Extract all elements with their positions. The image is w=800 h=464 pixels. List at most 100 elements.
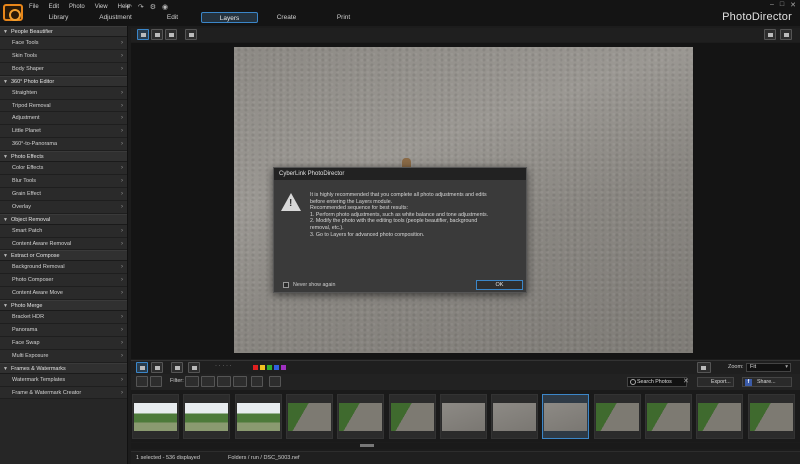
filmstrip-thumb[interactable]	[593, 394, 641, 439]
sidebar-section-header[interactable]: ▼ Photo Effects	[0, 151, 127, 163]
list-mode-icon[interactable]	[150, 376, 162, 387]
sidebar-item[interactable]: Grain Effect ›	[0, 187, 127, 201]
split-view-icon[interactable]	[151, 362, 163, 373]
compare-view-icon[interactable]	[151, 29, 163, 40]
sidebar-item[interactable]: Face Tools ›	[0, 37, 127, 50]
sidebar-section: ▼ People Beautifier Face Tools › Skin Tools ›…	[0, 26, 127, 76]
color-label-green[interactable]	[267, 365, 272, 370]
scroll-thumb[interactable]	[360, 444, 374, 447]
filmstrip-thumb-selected[interactable]	[542, 394, 590, 439]
tab-layers[interactable]: Layers	[201, 12, 258, 23]
sidebar-item[interactable]: Overlay ›	[0, 200, 127, 214]
filmstrip-thumb[interactable]	[337, 394, 385, 439]
menu-photo[interactable]: Photo	[64, 3, 90, 11]
filter-rating-icon[interactable]	[185, 376, 199, 387]
sidebar-item[interactable]: Color Effects ›	[0, 162, 127, 176]
second-display-icon[interactable]	[185, 29, 197, 40]
single-view-icon[interactable]	[137, 29, 149, 40]
menu-edit[interactable]: Edit	[44, 3, 64, 11]
sidebar-section-header[interactable]: ▼ Extract or Compose	[0, 250, 127, 262]
sidebar-item[interactable]: Skin Tools ›	[0, 49, 127, 63]
sidebar-item[interactable]: Watermark Templates ›	[0, 373, 127, 387]
undo-icon[interactable]: ↶	[126, 3, 132, 11]
minimize-icon[interactable]: –	[770, 1, 774, 9]
color-label-blue[interactable]	[274, 365, 279, 370]
tab-print[interactable]: Print	[315, 12, 372, 23]
stack-icon[interactable]	[269, 376, 281, 387]
filter-flag-icon[interactable]	[201, 376, 215, 387]
filmstrip-thumb[interactable]	[132, 394, 179, 439]
tab-library[interactable]: Library	[30, 12, 87, 23]
sidebar-item[interactable]: Background Removal ›	[0, 261, 127, 275]
ok-button[interactable]: OK	[476, 280, 523, 290]
sidebar-item[interactable]: Content Aware Move ›	[0, 287, 127, 301]
sidebar-item[interactable]: Body Shaper ›	[0, 62, 127, 76]
filmstrip-thumb[interactable]	[183, 394, 231, 439]
sidebar-item[interactable]: Face Swap ›	[0, 336, 127, 350]
filter-color-icon[interactable]	[217, 376, 231, 387]
color-label-purple[interactable]	[281, 365, 286, 370]
chevron-right-icon: ›	[121, 128, 123, 135]
sidebar-section-header[interactable]: ▼ Photo Merge	[0, 300, 127, 312]
flag-icon[interactable]	[188, 362, 200, 373]
clear-search-icon[interactable]: ✕	[683, 377, 689, 385]
sidebar-item[interactable]: Bracket HDR ›	[0, 311, 127, 325]
color-label-yellow[interactable]	[260, 365, 265, 370]
search-photos-input[interactable]: Search Photos	[627, 377, 687, 387]
sidebar-item[interactable]: Content Aware Removal ›	[0, 237, 127, 251]
filmstrip-mode-icon[interactable]	[136, 376, 148, 387]
sidebar-item[interactable]: Multi Exposure ›	[0, 349, 127, 363]
sidebar-item[interactable]: Tripod Removal ›	[0, 99, 127, 113]
rating-stars[interactable]: · · · · ·	[215, 363, 232, 369]
dialog-line: 1. Perform photo adjustments, such as wh…	[310, 211, 489, 218]
dialog-line: removal, etc.).	[310, 224, 344, 231]
sidebar-section-header[interactable]: ▼ 360° Photo Editor	[0, 75, 127, 87]
sidebar-item[interactable]: Frame & Watermark Creator ›	[0, 386, 127, 400]
tab-edit[interactable]: Edit	[144, 12, 201, 23]
sidebar-item[interactable]: Photo Composer ›	[0, 274, 127, 288]
zoom-select[interactable]: Fit ▾	[746, 363, 791, 372]
filmstrip-thumb[interactable]	[388, 394, 436, 439]
sidebar-item[interactable]: Adjustment ›	[0, 112, 127, 126]
menu-file[interactable]: File	[24, 3, 44, 11]
sidebar-item[interactable]: Smart Patch ›	[0, 224, 127, 238]
sidebar-item[interactable]: Blur Tools ›	[0, 175, 127, 188]
filmstrip-scrollbar[interactable]	[131, 443, 800, 449]
never-show-again-checkbox[interactable]	[283, 282, 289, 288]
sidebar-item[interactable]: Little Planet ›	[0, 125, 127, 139]
grid-view-icon[interactable]	[165, 29, 177, 40]
tab-create[interactable]: Create	[258, 12, 315, 23]
filmstrip-thumb[interactable]	[491, 394, 539, 439]
close-icon[interactable]: ✕	[790, 1, 796, 9]
hand-tool-icon[interactable]	[780, 29, 792, 40]
filmstrip-thumb[interactable]	[285, 394, 333, 439]
sidebar-item[interactable]: Panorama ›	[0, 324, 127, 337]
filmstrip-thumb[interactable]	[439, 394, 487, 439]
redo-icon[interactable]: ↷	[138, 3, 144, 11]
color-label-red[interactable]	[253, 365, 258, 370]
sidebar-section-header[interactable]: ▼ People Beautifier	[0, 26, 127, 37]
filmstrip-view-icon[interactable]	[136, 362, 148, 373]
sidebar-section-header[interactable]: ▼ Object Removal	[0, 213, 127, 225]
sidebar-section-header[interactable]: ▼ Frames & Watermarks	[0, 362, 127, 374]
menu-view[interactable]: View	[90, 3, 113, 11]
filmstrip-thumb[interactable]	[645, 394, 692, 439]
settings-icon[interactable]: ⚙	[150, 3, 156, 11]
tab-adjustment[interactable]: Adjustment	[87, 12, 144, 23]
filmstrip-thumb[interactable]	[747, 394, 795, 439]
upgrade-icon[interactable]: ◉	[162, 3, 168, 11]
export-button[interactable]: Export...	[697, 377, 734, 387]
sidebar-item-label: Little Planet	[12, 128, 41, 135]
filter-more-icon[interactable]	[233, 376, 247, 387]
filmstrip-thumb[interactable]	[234, 394, 282, 439]
rotate-icon[interactable]	[171, 362, 183, 373]
zoom-tool-icon[interactable]	[764, 29, 776, 40]
sidebar-item[interactable]: 360°-to-Panorama ›	[0, 138, 127, 152]
sort-icon[interactable]	[251, 376, 263, 387]
sidebar-item-label: Tripod Removal	[12, 102, 51, 109]
maximize-icon[interactable]: □	[780, 1, 784, 9]
filmstrip-thumb[interactable]	[696, 394, 744, 439]
share-button[interactable]: f Share...	[742, 377, 792, 387]
sidebar-item[interactable]: Straighten ›	[0, 86, 127, 100]
view-options-icon[interactable]	[697, 362, 711, 373]
